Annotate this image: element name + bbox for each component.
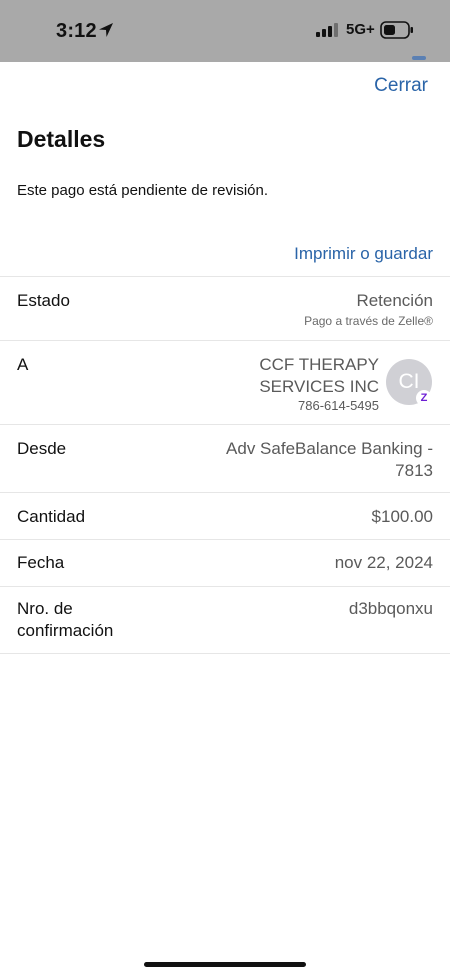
print-save-link[interactable]: Imprimir o guardar bbox=[294, 244, 433, 264]
divider bbox=[0, 276, 450, 277]
payment-method-note: Pago a través de Zelle® bbox=[304, 314, 433, 328]
page-title: Detalles bbox=[17, 126, 106, 152]
home-indicator[interactable] bbox=[144, 962, 306, 967]
confirmation-label: Nro. de confirmación bbox=[17, 599, 114, 640]
status-bar: 3:12 5G+ bbox=[0, 0, 450, 62]
status-value: Retención bbox=[356, 291, 433, 310]
status-time: 3:12 bbox=[56, 20, 97, 42]
recipient-name: CCF THERAPY SERVICES INC bbox=[259, 355, 379, 396]
status-label: Estado bbox=[17, 291, 70, 310]
sheet-grabber bbox=[412, 56, 426, 60]
zelle-icon: Z bbox=[416, 390, 432, 406]
recipient-label: A bbox=[17, 355, 29, 374]
divider bbox=[0, 653, 450, 654]
close-button[interactable]: Cerrar bbox=[374, 75, 428, 97]
confirmation-value: d3bbqonxu bbox=[348, 599, 433, 618]
date-value: nov 22, 2024 bbox=[334, 553, 433, 572]
divider bbox=[0, 340, 450, 341]
from-account-value: Adv SafeBalance Banking - 7813 bbox=[226, 439, 433, 480]
network-type: 5G+ bbox=[346, 21, 375, 38]
battery-icon bbox=[380, 21, 413, 39]
divider bbox=[0, 492, 450, 493]
location-arrow-icon bbox=[99, 23, 113, 37]
recipient-phone: 786-614-5495 bbox=[298, 398, 379, 413]
amount-label: Cantidad bbox=[17, 507, 86, 526]
from-label: Desde bbox=[17, 439, 67, 458]
cellular-signal-icon bbox=[316, 23, 338, 37]
amount-value: $100.00 bbox=[371, 507, 433, 526]
divider bbox=[0, 539, 450, 540]
pending-review-message: Este pago está pendiente de revisión. bbox=[17, 182, 269, 199]
divider bbox=[0, 586, 450, 587]
date-label: Fecha bbox=[17, 553, 65, 572]
divider bbox=[0, 424, 450, 425]
